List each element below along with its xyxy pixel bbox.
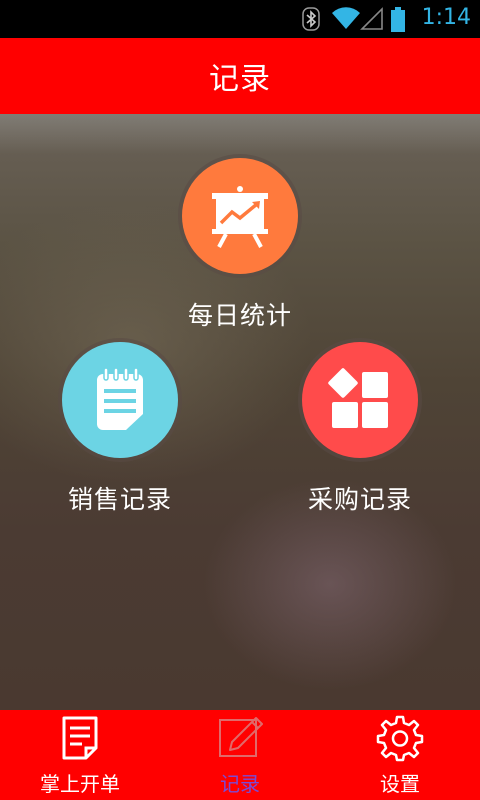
purchase-records-button[interactable]: 采购记录 xyxy=(270,342,450,516)
bottom-nav: 掌上开单 记录 设置 xyxy=(0,710,480,800)
nav-label-records: 记录 xyxy=(220,772,260,796)
purchase-records-label: 采购记录 xyxy=(307,485,412,514)
sales-records-circle xyxy=(62,342,178,458)
sales-records-label: 销售记录 xyxy=(67,485,172,514)
order-sheet-icon xyxy=(60,714,100,764)
status-time: 1:14 xyxy=(421,5,471,30)
wifi-icon xyxy=(331,7,361,35)
daily-stats-button[interactable]: 每日统计 xyxy=(150,158,330,332)
nav-label-order: 掌上开单 xyxy=(40,772,120,796)
app-header: 记录 xyxy=(0,38,480,114)
daily-stats-label: 每日统计 xyxy=(187,301,292,330)
daily-stats-circle xyxy=(182,158,298,274)
nav-item-records[interactable]: 记录 xyxy=(160,710,320,800)
battery-icon xyxy=(391,7,405,37)
purchase-records-circle xyxy=(302,342,418,458)
page-title: 记录 xyxy=(209,62,271,97)
edit-pencil-icon xyxy=(216,714,264,764)
gear-icon xyxy=(376,714,424,766)
nav-label-settings: 设置 xyxy=(380,772,420,796)
status-bar: 1:14 xyxy=(0,0,480,38)
sales-records-button[interactable]: 销售记录 xyxy=(30,342,210,516)
nav-item-settings[interactable]: 设置 xyxy=(320,710,480,800)
signal-icon xyxy=(360,7,384,35)
main-content: 每日统计 销售记录 采购记录 xyxy=(0,114,480,710)
bluetooth-icon xyxy=(302,7,320,35)
nav-item-order[interactable]: 掌上开单 xyxy=(0,710,160,800)
